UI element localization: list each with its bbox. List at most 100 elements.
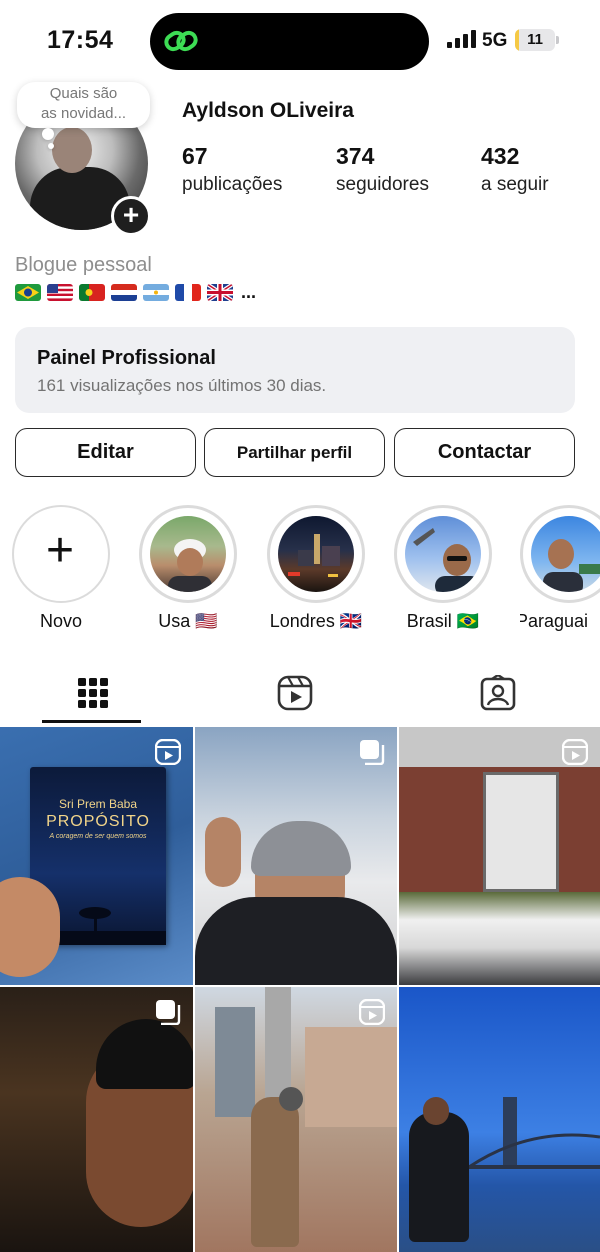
dynamic-island bbox=[150, 13, 429, 70]
stat-following-value: 432 bbox=[481, 143, 520, 169]
person-shape bbox=[409, 1112, 469, 1242]
flag-argentina-icon bbox=[143, 284, 169, 301]
head-shape bbox=[423, 1097, 449, 1125]
stat-followers-label: seguidores bbox=[336, 174, 429, 195]
highlight-label: Brasil 🇧🇷 bbox=[406, 611, 480, 631]
note-bubble-tail-small bbox=[48, 143, 54, 149]
highlight-ring bbox=[520, 505, 600, 603]
edit-profile-button[interactable]: Editar bbox=[15, 428, 196, 477]
building-shape bbox=[305, 1027, 397, 1127]
highlight-cover-londres bbox=[278, 516, 354, 592]
reel-icon bbox=[359, 999, 385, 1025]
avatar-head-shape bbox=[52, 127, 92, 173]
flag-portugal-icon bbox=[79, 284, 105, 301]
panel-title: Painel Profissional bbox=[37, 347, 216, 369]
post-thumbnail[interactable]: Sri Prem Baba PROPÓSITO A coragem de ser… bbox=[0, 727, 193, 985]
tab-tagged[interactable] bbox=[400, 663, 600, 725]
flag-uk-icon bbox=[207, 284, 233, 301]
note-bubble-tail bbox=[42, 128, 54, 140]
profile-tabs bbox=[0, 663, 600, 725]
share-profile-button[interactable]: Partilhar perfil bbox=[204, 428, 385, 477]
carousel-icon bbox=[360, 740, 385, 765]
book-title: PROPÓSITO bbox=[46, 813, 150, 830]
highlight-label: Novo bbox=[39, 611, 83, 631]
profile-name: Ayldson OLiveira bbox=[182, 99, 354, 122]
highlight-londres[interactable]: Londres 🇬🇧 bbox=[266, 505, 366, 632]
highlight-usa[interactable]: Usa 🇺🇸 bbox=[138, 505, 238, 632]
hand-shape bbox=[205, 817, 241, 887]
signal-icon bbox=[447, 30, 476, 48]
add-story-button[interactable]: + bbox=[111, 196, 151, 236]
beanie-shape bbox=[96, 1019, 193, 1089]
person-silhouette-icon bbox=[168, 539, 212, 592]
grid-icon bbox=[78, 678, 108, 708]
post-thumbnail[interactable] bbox=[0, 987, 193, 1252]
posts-grid: Sri Prem Baba PROPÓSITO A coragem de ser… bbox=[0, 727, 600, 1252]
stat-following[interactable]: 432 a seguir bbox=[481, 143, 549, 196]
professional-dashboard-panel[interactable]: Painel Profissional 161 visualizações no… bbox=[15, 327, 575, 413]
highlight-new[interactable]: + Novo bbox=[11, 505, 111, 632]
new-highlight-circle: + bbox=[12, 505, 110, 603]
carousel-icon bbox=[156, 1000, 181, 1025]
highlight-ring bbox=[139, 505, 237, 603]
tab-grid[interactable] bbox=[0, 663, 200, 725]
stat-posts-value: 67 bbox=[182, 143, 208, 169]
highlight-cover-usa bbox=[150, 516, 226, 592]
highlight-ring bbox=[267, 505, 365, 603]
battery-icon: 11 bbox=[515, 29, 555, 51]
note-line-2: as novidad... bbox=[40, 105, 127, 122]
highlight-brasil[interactable]: Brasil 🇧🇷 bbox=[393, 505, 493, 632]
building-shape bbox=[215, 1007, 255, 1117]
stat-following-label: a seguir bbox=[481, 174, 549, 195]
stat-followers[interactable]: 374 seguidores bbox=[336, 143, 429, 196]
highlight-paraguai[interactable]: Paraguai bbox=[520, 505, 600, 632]
city-night-icon bbox=[288, 534, 340, 577]
post-thumbnail[interactable] bbox=[399, 987, 600, 1252]
highlight-label: Paraguai bbox=[520, 611, 589, 631]
stat-posts[interactable]: 67 publicações bbox=[182, 143, 282, 196]
network-type: 5G bbox=[482, 30, 508, 51]
reel-icon bbox=[155, 739, 181, 765]
highlight-label: Usa 🇺🇸 bbox=[158, 611, 218, 631]
reel-icon bbox=[562, 739, 588, 765]
hand-shape bbox=[0, 877, 60, 977]
head-shape bbox=[279, 1087, 303, 1111]
post-thumbnail[interactable] bbox=[195, 987, 397, 1252]
highlight-cover-brasil bbox=[405, 516, 481, 592]
flag-usa-icon bbox=[47, 284, 73, 301]
plus-icon: + bbox=[45, 524, 75, 577]
person-selfie-icon bbox=[413, 528, 481, 592]
status-bar: 17:54 5G 11 bbox=[0, 0, 600, 82]
person-shape bbox=[251, 1097, 299, 1247]
stat-followers-value: 374 bbox=[336, 143, 375, 169]
highlight-cover-paraguai bbox=[531, 516, 600, 592]
profile-note[interactable]: Quais são as novidad... bbox=[17, 82, 150, 128]
status-time: 17:54 bbox=[47, 26, 114, 54]
person-outdoor-icon bbox=[543, 539, 600, 592]
reels-icon bbox=[277, 675, 313, 711]
panel-subtitle: 161 visualizações nos últimos 30 dias. bbox=[37, 376, 327, 395]
battery-cap bbox=[556, 36, 559, 44]
tagged-icon bbox=[480, 675, 516, 711]
snowy-ground bbox=[399, 892, 600, 985]
flag-brazil-icon bbox=[15, 284, 41, 301]
link-icon bbox=[164, 30, 198, 52]
book-subtitle: A coragem de ser quem somos bbox=[49, 833, 147, 840]
beanie-shape bbox=[251, 821, 351, 876]
tab-reels[interactable] bbox=[200, 663, 400, 725]
stat-posts-label: publicações bbox=[182, 174, 283, 195]
flags-ellipsis: ... bbox=[241, 282, 257, 302]
window-shape bbox=[483, 772, 559, 892]
battery-percent: 11 bbox=[527, 31, 543, 48]
flag-paraguay-icon bbox=[111, 284, 137, 301]
post-thumbnail[interactable] bbox=[399, 727, 600, 985]
book-author: Sri Prem Baba bbox=[58, 797, 138, 811]
highlight-ring bbox=[394, 505, 492, 603]
contact-button[interactable]: Contactar bbox=[394, 428, 575, 477]
post-thumbnail[interactable] bbox=[195, 727, 397, 985]
jacket-shape bbox=[195, 897, 397, 985]
bio-flags: ... bbox=[15, 282, 257, 302]
highlight-label: Londres 🇬🇧 bbox=[269, 611, 363, 631]
note-line-1: Quais são bbox=[49, 85, 118, 102]
flag-france-icon bbox=[175, 284, 201, 301]
